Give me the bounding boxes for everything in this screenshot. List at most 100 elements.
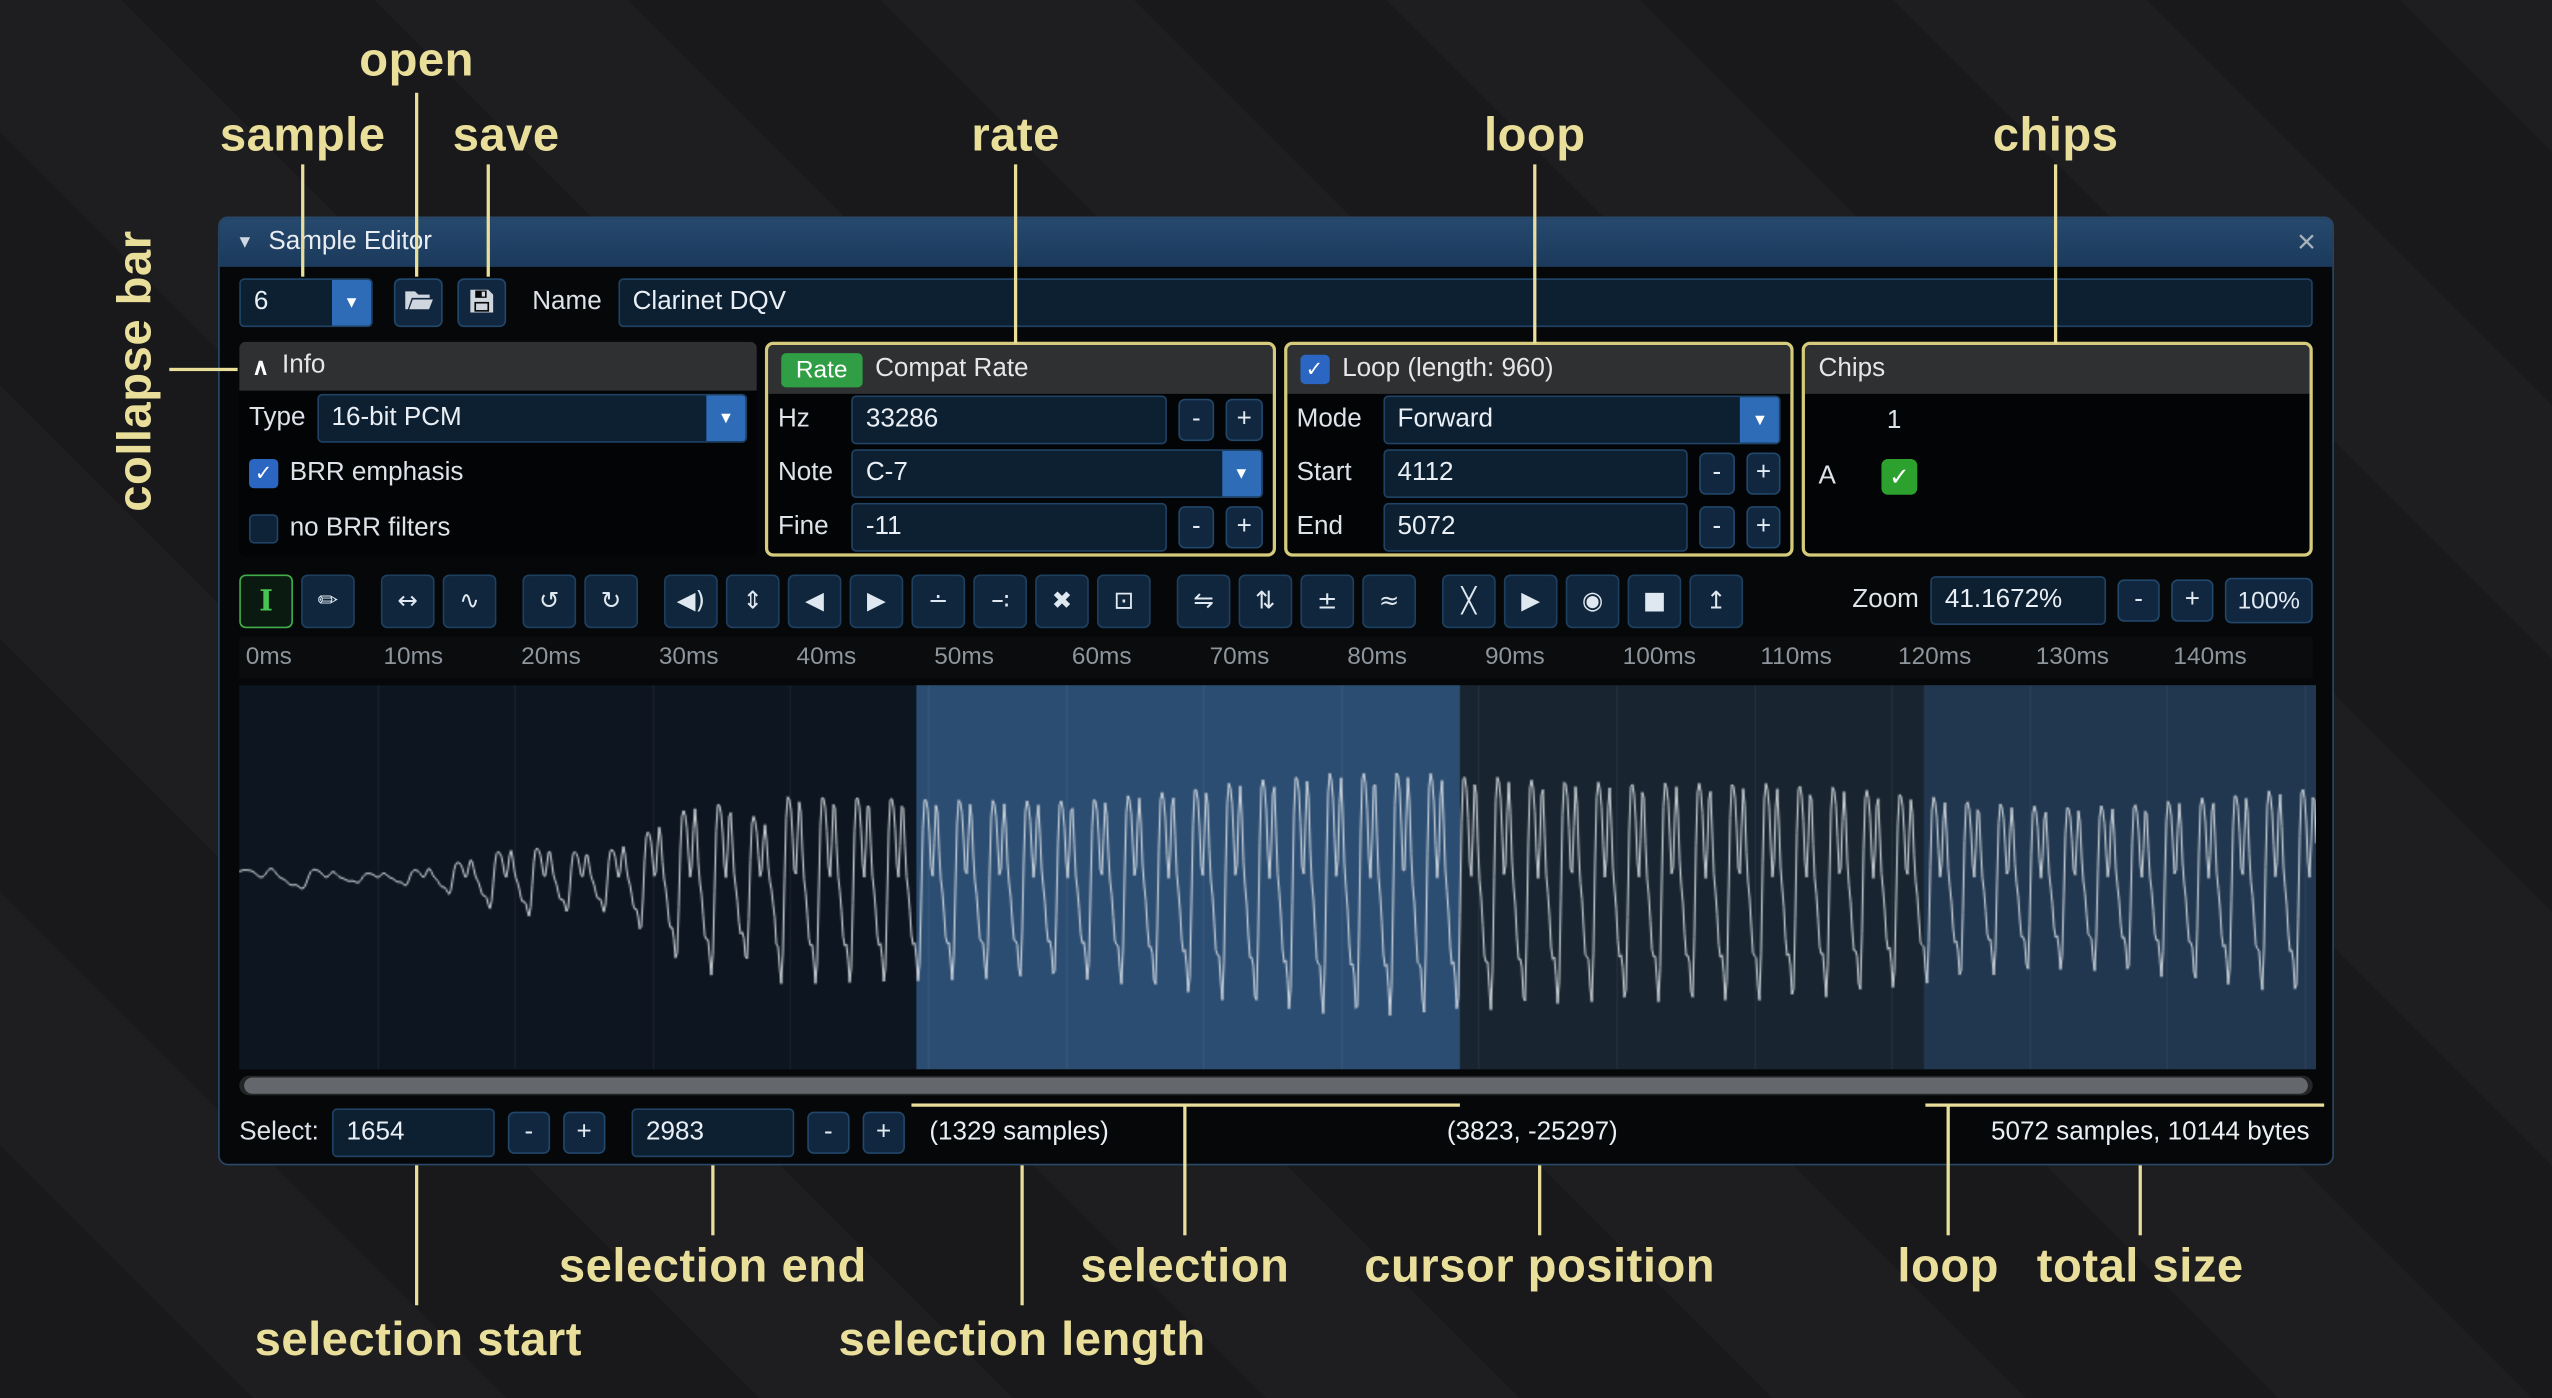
time-tick-label: 110ms	[1760, 643, 1831, 671]
chips-row-label: A	[1819, 462, 1836, 491]
loop-start-label: Start	[1297, 459, 1372, 488]
chevron-down-icon[interactable]: ▼	[1222, 451, 1261, 497]
hz-decrement-button[interactable]: -	[1178, 399, 1214, 441]
loop-start-input[interactable]	[1383, 449, 1688, 498]
edit-draw-button[interactable]: ✏	[301, 574, 355, 628]
fine-input[interactable]	[851, 502, 1167, 551]
loop-enabled-checkbox[interactable]: ✓	[1300, 355, 1329, 384]
selection-start-input[interactable]	[332, 1108, 495, 1157]
fine-decrement-button[interactable]: -	[1178, 506, 1214, 548]
sample-number-value: 6	[241, 280, 332, 326]
fade-out-button[interactable]: ▶	[850, 574, 904, 628]
chevron-down-icon[interactable]: ▼	[706, 395, 745, 441]
undo-button[interactable]: ↺	[522, 574, 576, 628]
loop-panel: ✓ Loop (length: 960) Mode Forward ▼ Star…	[1284, 342, 1795, 557]
loop-end-label: End	[1297, 512, 1372, 541]
annotation-loop-bottom: loop	[1897, 1241, 1999, 1295]
invert-button[interactable]: ⇅	[1239, 574, 1293, 628]
chips-header-label: Chips	[1819, 355, 1886, 384]
window-collapse-icon[interactable]: ▼	[236, 233, 254, 253]
filter-button[interactable]: ≈	[1362, 574, 1416, 628]
selection-start-increment-button[interactable]: +	[563, 1112, 605, 1154]
window-titlebar[interactable]: ▼ Sample Editor ×	[220, 218, 2333, 267]
insert-silence-button[interactable]: ∸	[911, 574, 965, 628]
preview-button[interactable]: ▶	[1504, 574, 1558, 628]
fade-in-button[interactable]: ◀	[788, 574, 842, 628]
callout-underline-loop	[1925, 1103, 2324, 1106]
check-icon: ✓	[1889, 462, 1909, 491]
selection-end-increment-button[interactable]: +	[862, 1112, 904, 1154]
waveform-view[interactable]	[239, 685, 2312, 1069]
zoom-input[interactable]	[1930, 576, 2106, 625]
loop-header-label: Loop (length: 960)	[1342, 355, 1553, 384]
normalize-button[interactable]: ⇕	[726, 574, 780, 628]
time-tick-label: 130ms	[2036, 643, 2109, 671]
zoom-out-button[interactable]: -	[2117, 579, 2159, 621]
hz-increment-button[interactable]: +	[1226, 399, 1262, 441]
callout-line-selection-length	[1020, 1165, 1023, 1305]
collapse-bar-icon[interactable]: ∧	[252, 352, 269, 380]
loop-end-decrement-button[interactable]: -	[1699, 506, 1734, 548]
zoom-in-button[interactable]: +	[2171, 579, 2213, 621]
no-brr-filters-checkbox[interactable]	[249, 514, 278, 543]
sign-exchange-button[interactable]: ±	[1300, 574, 1354, 628]
note-select[interactable]: C-7 ▼	[851, 449, 1262, 498]
floppy-disk-icon	[469, 287, 495, 318]
trim-button[interactable]: ⊡	[1097, 574, 1151, 628]
time-tick-label: 20ms	[521, 643, 581, 671]
save-button[interactable]	[457, 278, 506, 327]
resize-button[interactable]: ↔	[381, 574, 435, 628]
waveform-canvas[interactable]	[239, 685, 2316, 1069]
note-label: Note	[778, 459, 840, 488]
time-tick-label: 70ms	[1210, 643, 1270, 671]
hz-input[interactable]	[851, 396, 1167, 445]
name-input[interactable]	[618, 278, 2313, 327]
callout-line-selection	[1183, 1103, 1186, 1235]
annotation-selection-end: selection end	[559, 1241, 867, 1295]
selection-start-decrement-button[interactable]: -	[508, 1112, 550, 1154]
loop-start-decrement-button[interactable]: -	[1699, 452, 1734, 494]
time-tick-label: 90ms	[1485, 643, 1545, 671]
loop-end-increment-button[interactable]: +	[1746, 506, 1781, 548]
chevron-down-icon[interactable]: ▼	[1740, 398, 1779, 444]
sample-number-select[interactable]: 6 ▼	[239, 278, 372, 327]
time-tick-label: 80ms	[1347, 643, 1407, 671]
time-tick-label: 10ms	[383, 643, 443, 671]
amplify-button[interactable]: ◀)	[664, 574, 718, 628]
rate-panel-header: Rate Compat Rate	[768, 345, 1272, 394]
play-cursor-button[interactable]: ◉	[1566, 574, 1620, 628]
type-select[interactable]: 16-bit PCM ▼	[317, 394, 747, 443]
annotation-selection: selection	[1080, 1241, 1289, 1295]
callout-line-total-size	[2139, 1165, 2142, 1235]
brr-emphasis-label: BRR emphasis	[290, 459, 464, 488]
loop-end-input[interactable]	[1383, 502, 1688, 551]
open-button[interactable]	[394, 278, 443, 327]
loop-mode-select[interactable]: Forward ▼	[1383, 396, 1781, 445]
delete-button[interactable]: ✖	[1035, 574, 1089, 628]
time-tick-label: 150ms	[2311, 643, 2313, 671]
zoom-reset-button[interactable]: 100%	[2225, 578, 2313, 624]
save-file-button[interactable]: ↥	[1689, 574, 1743, 628]
page-background: sample open save rate loop chips collaps…	[0, 0, 2552, 1398]
resample-button[interactable]: ∿	[443, 574, 497, 628]
brr-emphasis-checkbox[interactable]: ✓	[249, 459, 278, 488]
info-panel-header[interactable]: ∧ Info	[239, 342, 757, 391]
edit-select-button[interactable]: I	[239, 574, 293, 628]
selection-end-input[interactable]	[631, 1108, 794, 1157]
waveform-scrollbar[interactable]	[239, 1076, 2312, 1096]
reverse-button[interactable]: ⇋	[1177, 574, 1231, 628]
redo-button[interactable]: ↻	[584, 574, 638, 628]
time-ruler: 0ms10ms20ms30ms40ms50ms60ms70ms80ms90ms1…	[239, 636, 2312, 678]
annotation-save: save	[453, 110, 560, 164]
loop-start-increment-button[interactable]: +	[1746, 452, 1781, 494]
scrollbar-thumb[interactable]	[244, 1077, 2308, 1093]
check-icon: ✓	[255, 461, 273, 487]
crossfade-loop-button[interactable]: ╳	[1442, 574, 1496, 628]
stop-button[interactable]: ■	[1628, 574, 1682, 628]
chip-a-checkbox[interactable]: ✓	[1881, 459, 1917, 495]
close-icon[interactable]: ×	[2297, 226, 2316, 259]
apply-silence-button[interactable]: ∹	[973, 574, 1027, 628]
chevron-down-icon[interactable]: ▼	[332, 280, 371, 326]
selection-end-decrement-button[interactable]: -	[807, 1112, 849, 1154]
fine-increment-button[interactable]: +	[1226, 506, 1262, 548]
